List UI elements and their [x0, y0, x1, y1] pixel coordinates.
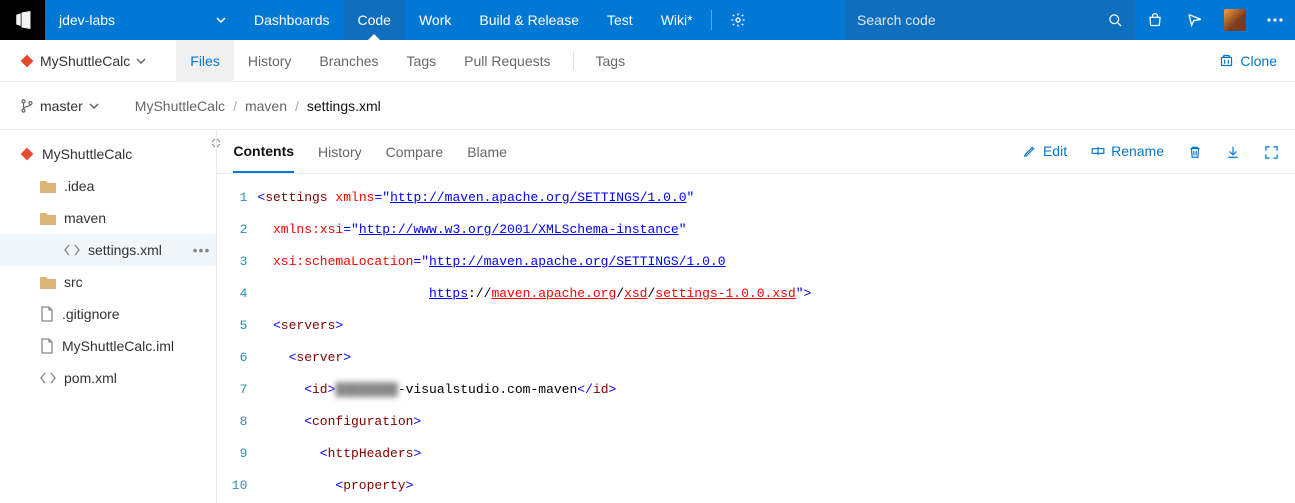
hub-dashboards[interactable]: Dashboards: [240, 0, 344, 40]
search-input-wrapper: [845, 0, 1135, 40]
xml-icon: [64, 244, 80, 256]
project-selector[interactable]: jdev-labs: [45, 0, 240, 40]
tree-file[interactable]: pom.xml: [0, 362, 216, 394]
search-input[interactable]: [857, 12, 1100, 28]
edit-button[interactable]: Edit: [1023, 143, 1067, 159]
tab-pull-requests[interactable]: Pull Requests: [450, 40, 564, 82]
viewer-tabs: Contents History Compare Blame Edit Rena…: [217, 130, 1295, 174]
repo-nav: MyShuttleCalc Files History Branches Tag…: [0, 40, 1295, 82]
branch-icon: [20, 98, 34, 114]
tab-tags-extra[interactable]: Tags: [582, 40, 640, 82]
diamond-icon: [20, 147, 34, 161]
folder-icon: [40, 179, 56, 193]
folder-icon: [40, 275, 56, 289]
notification-icon[interactable]: [1175, 0, 1215, 40]
search-icon[interactable]: [1108, 13, 1123, 28]
delete-icon[interactable]: [1188, 143, 1202, 160]
xml-icon: [40, 372, 56, 384]
crumb-file: settings.xml: [307, 98, 381, 114]
repo-picker[interactable]: MyShuttleCalc: [20, 53, 146, 69]
tab-history[interactable]: History: [234, 40, 306, 82]
file-icon: [40, 306, 54, 322]
more-icon[interactable]: [1255, 0, 1295, 40]
repo-tabs: Files History Branches Tags Pull Request…: [176, 40, 639, 82]
tree-file[interactable]: .gitignore: [0, 298, 216, 330]
vtab-compare[interactable]: Compare: [386, 132, 444, 172]
clone-icon: [1219, 53, 1234, 68]
code-editor[interactable]: 1<settings xmlns="http://maven.apache.or…: [217, 174, 1295, 503]
file-tree: MyShuttleCalc .idea maven settings.xml •…: [0, 130, 217, 503]
vtab-blame[interactable]: Blame: [467, 132, 507, 172]
diamond-icon: [20, 54, 34, 68]
tree-root[interactable]: MyShuttleCalc: [0, 138, 216, 170]
hub-code[interactable]: Code: [344, 0, 405, 40]
tree-file[interactable]: MyShuttleCalc.iml: [0, 330, 216, 362]
folder-icon: [40, 211, 56, 225]
branch-picker[interactable]: master: [20, 98, 99, 114]
breadcrumb: master MyShuttleCalc / maven / settings.…: [0, 82, 1295, 130]
chevron-down-icon: [136, 58, 146, 64]
settings-icon[interactable]: [716, 0, 760, 40]
avatar[interactable]: [1215, 0, 1255, 40]
file-icon: [40, 338, 54, 354]
pencil-icon: [1023, 144, 1037, 158]
tab-tags[interactable]: Tags: [393, 40, 451, 82]
divider: [573, 52, 574, 70]
rename-icon: [1091, 144, 1105, 158]
tab-files[interactable]: Files: [176, 40, 234, 82]
hub-wiki[interactable]: Wiki*: [647, 0, 707, 40]
download-icon[interactable]: [1226, 143, 1240, 160]
project-name: jdev-labs: [59, 12, 115, 28]
hub-build-release[interactable]: Build & Release: [465, 0, 593, 40]
clone-button[interactable]: Clone: [1219, 53, 1277, 69]
vtab-history[interactable]: History: [318, 132, 362, 172]
crumb-maven[interactable]: maven: [245, 98, 287, 114]
tree-folder[interactable]: src: [0, 266, 216, 298]
more-icon[interactable]: •••: [193, 242, 211, 258]
chevron-down-icon: [89, 103, 99, 109]
file-viewer: Contents History Compare Blame Edit Rena…: [217, 130, 1295, 503]
rename-button[interactable]: Rename: [1091, 143, 1164, 159]
vsts-home-icon[interactable]: [0, 0, 45, 40]
tree-file-selected[interactable]: settings.xml •••: [0, 234, 216, 266]
divider: [711, 10, 712, 30]
fullscreen-icon[interactable]: [1264, 143, 1279, 160]
tree-folder[interactable]: .idea: [0, 170, 216, 202]
crumb-root[interactable]: MyShuttleCalc: [135, 98, 225, 114]
marketplace-icon[interactable]: [1135, 0, 1175, 40]
vtab-contents[interactable]: Contents: [233, 131, 294, 173]
top-nav: jdev-labs Dashboards Code Work Build & R…: [0, 0, 1295, 40]
hub-work[interactable]: Work: [405, 0, 465, 40]
hub-test[interactable]: Test: [593, 0, 647, 40]
tree-folder[interactable]: maven: [0, 202, 216, 234]
chevron-down-icon: [216, 17, 226, 23]
tab-branches[interactable]: Branches: [305, 40, 392, 82]
